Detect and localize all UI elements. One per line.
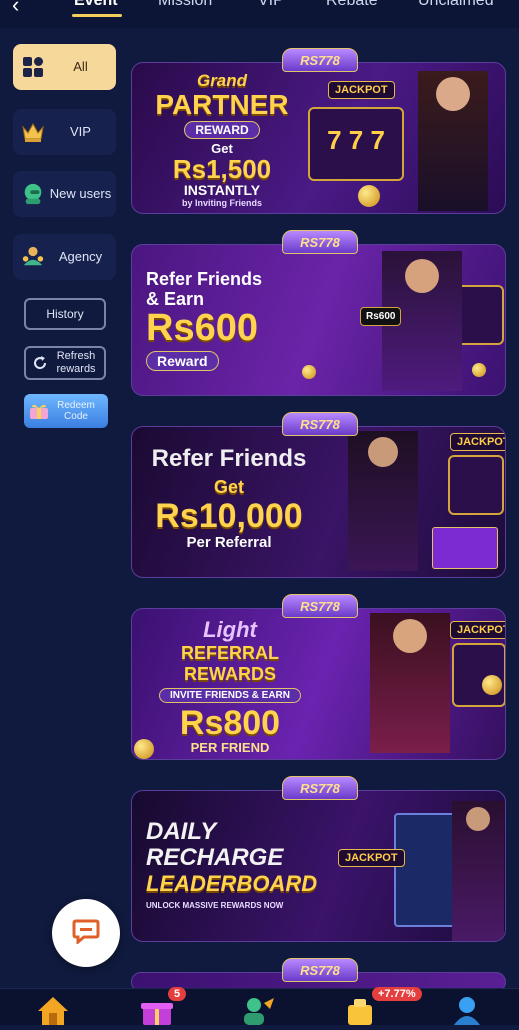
- grid-icon: [21, 55, 45, 79]
- tab-unclaimed[interactable]: Unclaimed: [418, 0, 494, 10]
- category-sidebar: All VIP New users Agency History Refresh…: [0, 28, 128, 988]
- coin-image: [482, 675, 502, 695]
- chat-bubble-icon: [72, 918, 100, 949]
- top-tab-bar: ‹ Event Mission VIP Rebate Unclaimed: [0, 0, 519, 28]
- category-label: All: [73, 59, 88, 74]
- redeem-code-button[interactable]: Redeem Code: [24, 394, 108, 428]
- refresh-rewards-label: Refresh rewards: [56, 350, 96, 375]
- jackpot-sign: JACKPOT: [450, 621, 505, 639]
- rebate-wallet-icon[interactable]: [344, 995, 376, 1025]
- invite-users-icon[interactable]: [242, 995, 274, 1025]
- history-button[interactable]: History: [24, 298, 106, 330]
- tab-vip[interactable]: VIP: [258, 0, 284, 10]
- promo-banner-daily-leaderboard[interactable]: DAILY RECHARGE LEADERBOARD UNLOCK MASSIV…: [131, 790, 506, 942]
- gift-badge: 5: [168, 987, 187, 1001]
- category-new-users[interactable]: New users: [13, 171, 116, 217]
- agency-people-icon: [21, 245, 45, 269]
- banner-line: Light: [203, 617, 257, 642]
- category-agency[interactable]: Agency: [13, 234, 116, 280]
- banner-ribbon: RS778: [282, 594, 358, 618]
- slot-machine-image: 7 7 7: [308, 107, 404, 181]
- banner-ribbon: RS778: [282, 958, 358, 982]
- banner-line: by Inviting Friends: [181, 198, 262, 208]
- hostess-image: [370, 613, 450, 753]
- user-helmet-icon: [21, 182, 45, 206]
- refresh-rewards-button[interactable]: Refresh rewards: [24, 346, 106, 380]
- back-arrow-icon[interactable]: ‹: [12, 0, 19, 18]
- home-icon[interactable]: [36, 995, 68, 1025]
- slot-machine-image: [448, 455, 504, 515]
- banner-line: RECHARGE: [146, 844, 284, 871]
- banner-line: REFERRAL REWARDS: [181, 643, 279, 684]
- hostess-image: [348, 431, 418, 571]
- profile-icon[interactable]: [452, 995, 484, 1025]
- rebate-badge: +7.77%: [372, 987, 422, 1001]
- banner-pill: REWARD: [184, 121, 260, 139]
- banner-line: Per Referral: [186, 534, 272, 551]
- category-vip[interactable]: VIP: [13, 109, 116, 155]
- banner-ribbon: RS778: [282, 48, 358, 72]
- active-tab-indicator: [72, 14, 122, 17]
- crown-icon: [21, 120, 45, 144]
- gift-box-icon: [28, 402, 50, 423]
- tab-event[interactable]: Event: [74, 0, 118, 10]
- banner-line: PER FRIEND: [190, 740, 270, 755]
- hostess-image: [452, 801, 504, 941]
- jackpot-sign: JACKPOT: [450, 433, 505, 451]
- chat-support-button[interactable]: [52, 899, 120, 967]
- coin-image: [472, 363, 486, 377]
- banner-line: Refer Friends: [146, 269, 263, 289]
- hostess-image: [418, 71, 488, 211]
- slot-machine-image: [452, 643, 505, 707]
- tab-rebate[interactable]: Rebate: [326, 0, 378, 10]
- category-all[interactable]: All: [13, 44, 116, 90]
- reward-card-image: Rs600: [360, 307, 402, 326]
- category-label: New users: [49, 186, 112, 201]
- promo-banner-grand-partner[interactable]: Grand PARTNER REWARD Get Rs1,500 INSTANT…: [131, 62, 506, 214]
- category-label: VIP: [70, 124, 91, 139]
- banner-line: INSTANTLY: [183, 182, 261, 198]
- gift-boxes-image: [432, 527, 498, 569]
- banner-ribbon: RS778: [282, 412, 358, 436]
- jackpot-sign: JACKPOT: [328, 81, 395, 99]
- banner-line: & Earn: [146, 289, 205, 309]
- tab-mission[interactable]: Mission: [158, 0, 212, 10]
- banner-ribbon: RS778: [282, 230, 358, 254]
- promo-banner-refer-earn-600[interactable]: Refer Friends & Earn Rs600 Reward Rs600: [131, 244, 506, 396]
- banner-amount: Rs600: [146, 307, 258, 349]
- banner-line: LEADERBOARD: [146, 871, 318, 896]
- banner-headline: PARTNER: [155, 89, 289, 120]
- banner-pill: Reward: [146, 351, 219, 371]
- banner-line: Refer Friends: [151, 445, 307, 472]
- bottom-navigation: 5 +7.77%: [0, 987, 519, 1025]
- banner-ribbon: RS778: [282, 776, 358, 800]
- banner-amount: Rs10,000: [155, 497, 303, 535]
- promo-banner-referral-800[interactable]: Light REFERRAL REWARDS INVITE FRIENDS & …: [131, 608, 506, 760]
- redeem-code-label: Redeem Code: [57, 400, 95, 422]
- refresh-icon: [32, 355, 48, 374]
- banner-amount: Rs1,500: [172, 154, 272, 184]
- category-label: Agency: [58, 249, 103, 264]
- crown-coin-image: [358, 185, 380, 207]
- banner-line: DAILY: [146, 818, 217, 845]
- banner-pill: INVITE FRIENDS & EARN: [158, 688, 301, 703]
- banner-line: UNLOCK MASSIVE REWARDS NOW: [146, 901, 284, 910]
- gift-icon[interactable]: [140, 995, 173, 1025]
- banner-line: Get: [213, 477, 244, 497]
- banner-line: Grand: [196, 71, 248, 90]
- promo-banner-refer-10000[interactable]: Refer Friends Get Rs10,000 Per Referral …: [131, 426, 506, 578]
- jackpot-sign: JACKPOT: [338, 849, 405, 867]
- banner-amount: Rs800: [179, 704, 281, 742]
